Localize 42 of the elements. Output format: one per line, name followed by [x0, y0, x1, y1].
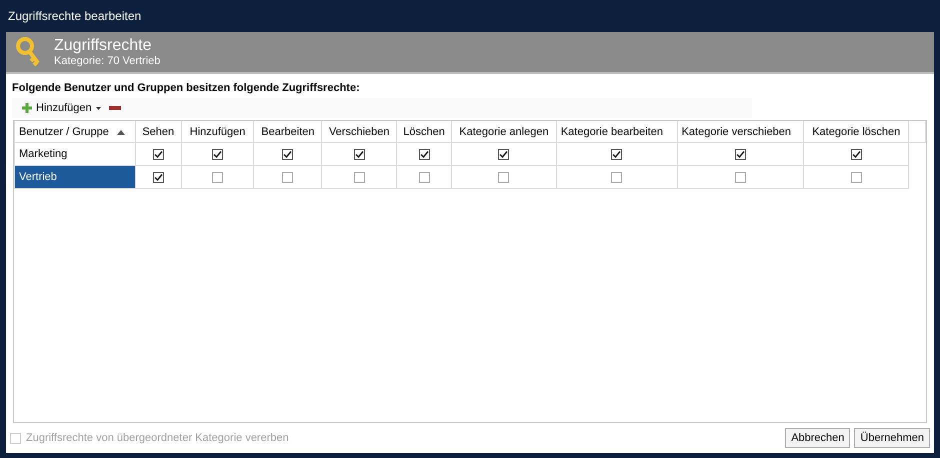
- checkbox[interactable]: [498, 172, 510, 183]
- checkbox[interactable]: [850, 148, 862, 160]
- header-title: Zugriffsrechte: [54, 37, 153, 55]
- checkbox[interactable]: [611, 148, 622, 160]
- checkbox[interactable]: [418, 148, 430, 160]
- column-header[interactable]: Bearbeiten: [254, 121, 322, 142]
- checkbox[interactable]: [418, 172, 430, 183]
- table-cell[interactable]: Vertrieb: [14, 166, 136, 188]
- caret-icon: [96, 106, 101, 110]
- column-header[interactable]: Kategorie bearbeiten: [556, 121, 678, 142]
- sort-arrow-icon: [116, 130, 125, 134]
- add-button[interactable]: Hinzufügen: [22, 102, 101, 114]
- checkbox[interactable]: [212, 148, 224, 160]
- column-header[interactable]: Hinzufügen: [181, 121, 254, 142]
- checkbox[interactable]: [152, 148, 164, 160]
- checkbox[interactable]: [498, 148, 510, 160]
- checkbox[interactable]: [734, 172, 746, 183]
- table-cell[interactable]: Marketing: [14, 142, 136, 166]
- checkbox[interactable]: [212, 172, 224, 183]
- checkbox[interactable]: [354, 148, 365, 160]
- checkbox[interactable]: [282, 148, 294, 160]
- column-header[interactable]: Kategorie löschen: [804, 121, 909, 142]
- checkbox[interactable]: [354, 172, 365, 183]
- remove-button[interactable]: [106, 104, 123, 112]
- checkbox[interactable]: [282, 172, 294, 183]
- checkbox[interactable]: [734, 148, 746, 160]
- dialog-button[interactable]: Übernehmen: [854, 428, 930, 448]
- column-header[interactable]: Sehen: [135, 121, 182, 142]
- plus-icon: [22, 103, 32, 113]
- dialog-button[interactable]: Abbrechen: [785, 428, 850, 448]
- column-header[interactable]: Kategorie verschieben: [677, 121, 804, 142]
- key-icon: [16, 37, 42, 67]
- column-header[interactable]: Verschieben: [322, 121, 397, 142]
- header-subtitle: Kategorie: 70 Vertrieb: [54, 55, 160, 67]
- column-header[interactable]: Benutzer / Gruppe: [14, 121, 136, 142]
- window-title: Zugriffsrechte bearbeiten: [8, 9, 142, 23]
- intro-text: Folgende Benutzer und Gruppen besitzen folgende Zugriffsrechte:: [11, 81, 361, 96]
- checkbox[interactable]: [850, 172, 862, 183]
- checkbox[interactable]: [152, 172, 164, 183]
- column-header[interactable]: Löschen: [396, 121, 452, 142]
- checkbox[interactable]: [611, 172, 622, 183]
- column-header[interactable]: Kategorie anlegen: [452, 121, 556, 142]
